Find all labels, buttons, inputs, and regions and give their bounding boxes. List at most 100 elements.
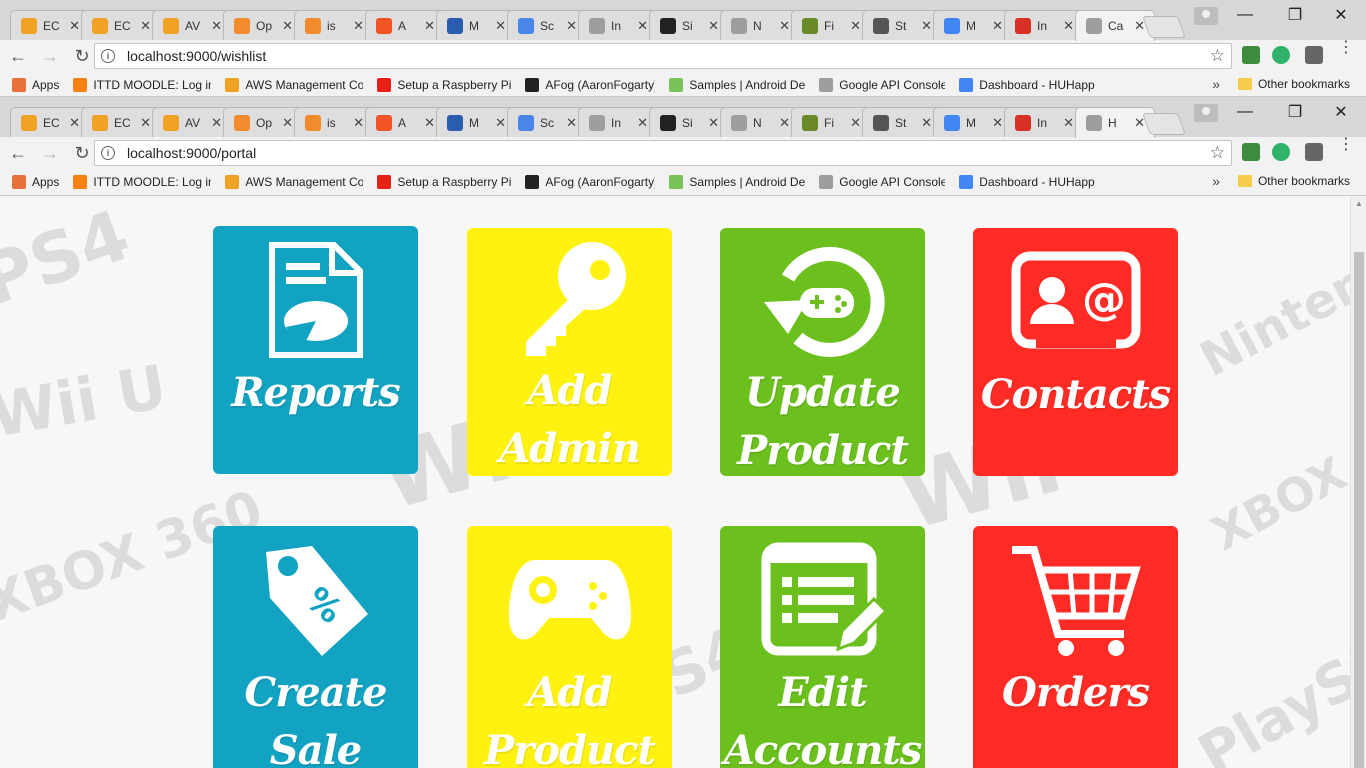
close-tab-icon[interactable]: ✕ [566,115,577,131]
browser-tab[interactable]: In ✕ [1004,107,1084,137]
address-bar[interactable]: i localhost:9000/wishlist ☆ [94,43,1232,69]
bookmark-star-icon[interactable]: ☆ [1210,46,1225,66]
tile-add-admin[interactable]: Add Admin [467,228,672,476]
bookmark-item[interactable]: Google API Console [819,77,945,92]
page-scrollbar[interactable]: ▲ [1350,197,1366,768]
browser-tab[interactable]: Fi ✕ [791,10,871,40]
tile-edit-accounts[interactable]: Edit Accounts [720,526,925,768]
close-tab-icon[interactable]: ✕ [779,115,790,131]
browser-tab[interactable]: In ✕ [578,10,658,40]
close-tab-icon[interactable]: ✕ [353,115,364,131]
profile-icon[interactable] [1194,104,1218,122]
close-tab-icon[interactable]: ✕ [708,18,719,34]
extension-pocket-icon[interactable] [1305,46,1323,64]
close-tab-icon[interactable]: ✕ [637,115,648,131]
tile-create-sale[interactable]: % Create Sale [213,526,418,768]
close-tab-icon[interactable]: ✕ [140,18,151,34]
browser-tab[interactable]: AV ✕ [152,10,232,40]
menu-icon[interactable]: ⋮ [1338,137,1354,153]
tile-contacts[interactable]: @ Contacts [973,228,1178,476]
reload-button[interactable]: ↻ [68,42,96,70]
browser-tab[interactable]: A ✕ [365,107,445,137]
browser-tab[interactable]: is ✕ [294,10,374,40]
close-tab-icon[interactable]: ✕ [921,115,932,131]
close-tab-icon[interactable]: ✕ [353,18,364,34]
reload-button[interactable]: ↻ [68,139,96,167]
browser-tab[interactable]: Op ✕ [223,107,303,137]
close-tab-icon[interactable]: ✕ [779,18,790,34]
bookmark-item[interactable]: Dashboard - HUHapp [959,174,1095,189]
bookmark-item[interactable]: Dashboard - HUHapp [959,77,1095,92]
close-tab-icon[interactable]: ✕ [211,115,222,131]
bookmark-item[interactable]: AWS Management Co [225,174,363,189]
close-tab-icon[interactable]: ✕ [282,115,293,131]
restore-button[interactable]: ❐ [1272,101,1318,123]
browser-tab[interactable]: Op ✕ [223,10,303,40]
back-button[interactable]: ← [4,139,32,167]
close-window-button[interactable]: ✕ [1318,4,1364,26]
close-tab-icon[interactable]: ✕ [850,115,861,131]
close-tab-icon[interactable]: ✕ [637,18,648,34]
tile-update-product[interactable]: Update Product [720,228,925,476]
menu-icon[interactable]: ⋮ [1338,40,1354,56]
extension-grammarly-icon[interactable] [1272,143,1290,161]
other-bookmarks[interactable]: Other bookmarks [1237,174,1350,188]
browser-tab[interactable]: Ca ✕ [1075,10,1155,41]
bookmark-item[interactable]: Apps [12,77,59,92]
other-bookmarks[interactable]: Other bookmarks [1237,77,1350,91]
restore-button[interactable]: ❐ [1272,4,1318,26]
bookmark-item[interactable]: AWS Management Co [225,77,363,92]
browser-tab[interactable]: In ✕ [578,107,658,137]
extension-grammarly-icon[interactable] [1272,46,1290,64]
browser-tab[interactable]: Sc ✕ [507,107,587,137]
browser-tab[interactable]: St ✕ [862,10,942,40]
bookmark-item[interactable]: AFog (AaronFogarty) [525,77,655,92]
bookmarks-more-button[interactable]: » [1212,76,1220,92]
info-icon[interactable]: i [101,146,115,160]
bookmark-item[interactable]: AFog (AaronFogarty) [525,174,655,189]
close-tab-icon[interactable]: ✕ [424,18,435,34]
bookmark-item[interactable]: Setup a Raspberry Pi [377,77,511,92]
close-tab-icon[interactable]: ✕ [495,115,506,131]
browser-tab[interactable]: EC ✕ [10,10,90,40]
close-tab-icon[interactable]: ✕ [140,115,151,131]
browser-tab[interactable]: In ✕ [1004,10,1084,40]
address-bar[interactable]: i localhost:9000/portal ☆ [94,140,1232,166]
browser-tab[interactable]: M ✕ [933,107,1013,137]
close-tab-icon[interactable]: ✕ [708,115,719,131]
tile-orders[interactable]: Orders [973,526,1178,768]
close-tab-icon[interactable]: ✕ [495,18,506,34]
close-tab-icon[interactable]: ✕ [992,115,1003,131]
forward-button[interactable]: → [36,42,64,70]
browser-tab[interactable]: St ✕ [862,107,942,137]
browser-tab[interactable]: Sc ✕ [507,10,587,40]
browser-tab[interactable]: Si ✕ [649,107,729,137]
close-tab-icon[interactable]: ✕ [566,18,577,34]
close-tab-icon[interactable]: ✕ [424,115,435,131]
close-tab-icon[interactable]: ✕ [921,18,932,34]
close-tab-icon[interactable]: ✕ [69,18,80,34]
browser-tab[interactable]: Fi ✕ [791,107,871,137]
scroll-up-icon[interactable]: ▲ [1355,199,1363,208]
bookmark-item[interactable]: Apps [12,174,59,189]
browser-tab[interactable]: M ✕ [436,107,516,137]
browser-tab[interactable]: is ✕ [294,107,374,137]
bookmark-item[interactable]: ITTD MOODLE: Log in [73,174,211,189]
close-tab-icon[interactable]: ✕ [992,18,1003,34]
bookmark-item[interactable]: Google API Console [819,174,945,189]
close-tab-icon[interactable]: ✕ [1063,18,1074,34]
forward-button[interactable]: → [36,139,64,167]
extension-shield-icon[interactable] [1242,143,1260,161]
back-button[interactable]: ← [4,42,32,70]
extension-shield-icon[interactable] [1242,46,1260,64]
browser-tab[interactable]: EC ✕ [81,107,161,137]
close-tab-icon[interactable]: ✕ [69,115,80,131]
browser-tab[interactable]: N ✕ [720,10,800,40]
new-tab-button[interactable] [1141,16,1187,38]
browser-tab[interactable]: H ✕ [1075,107,1155,138]
bookmarks-more-button[interactable]: » [1212,173,1220,189]
extension-pocket-icon[interactable] [1305,143,1323,161]
tile-reports[interactable]: Reports [213,226,418,474]
bookmark-item[interactable]: Setup a Raspberry Pi [377,174,511,189]
browser-tab[interactable]: EC ✕ [81,10,161,40]
